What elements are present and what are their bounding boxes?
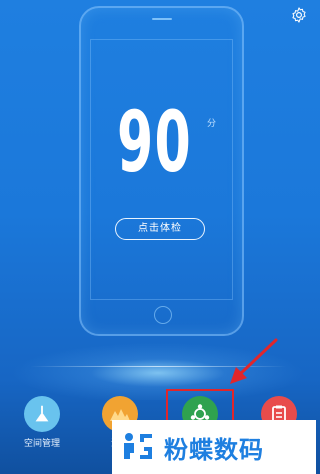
tool-space-management[interactable]: 空间管理 <box>20 396 64 449</box>
score-value: 90 <box>117 93 192 191</box>
phone-home-button <box>153 306 172 324</box>
watermark-text: 粉蝶数码 <box>164 435 264 464</box>
tool-label: 空间管理 <box>23 439 60 449</box>
annotation-arrow-icon <box>230 338 278 384</box>
check-button[interactable]: 点击体检 <box>115 218 205 240</box>
broom-icon <box>24 396 60 432</box>
watermark: 粉蝶数码 <box>112 420 316 474</box>
watermark-logo-icon <box>124 433 152 459</box>
score-unit: 分 <box>207 119 217 129</box>
phone-speaker <box>151 18 172 20</box>
gear-icon[interactable] <box>290 6 308 24</box>
